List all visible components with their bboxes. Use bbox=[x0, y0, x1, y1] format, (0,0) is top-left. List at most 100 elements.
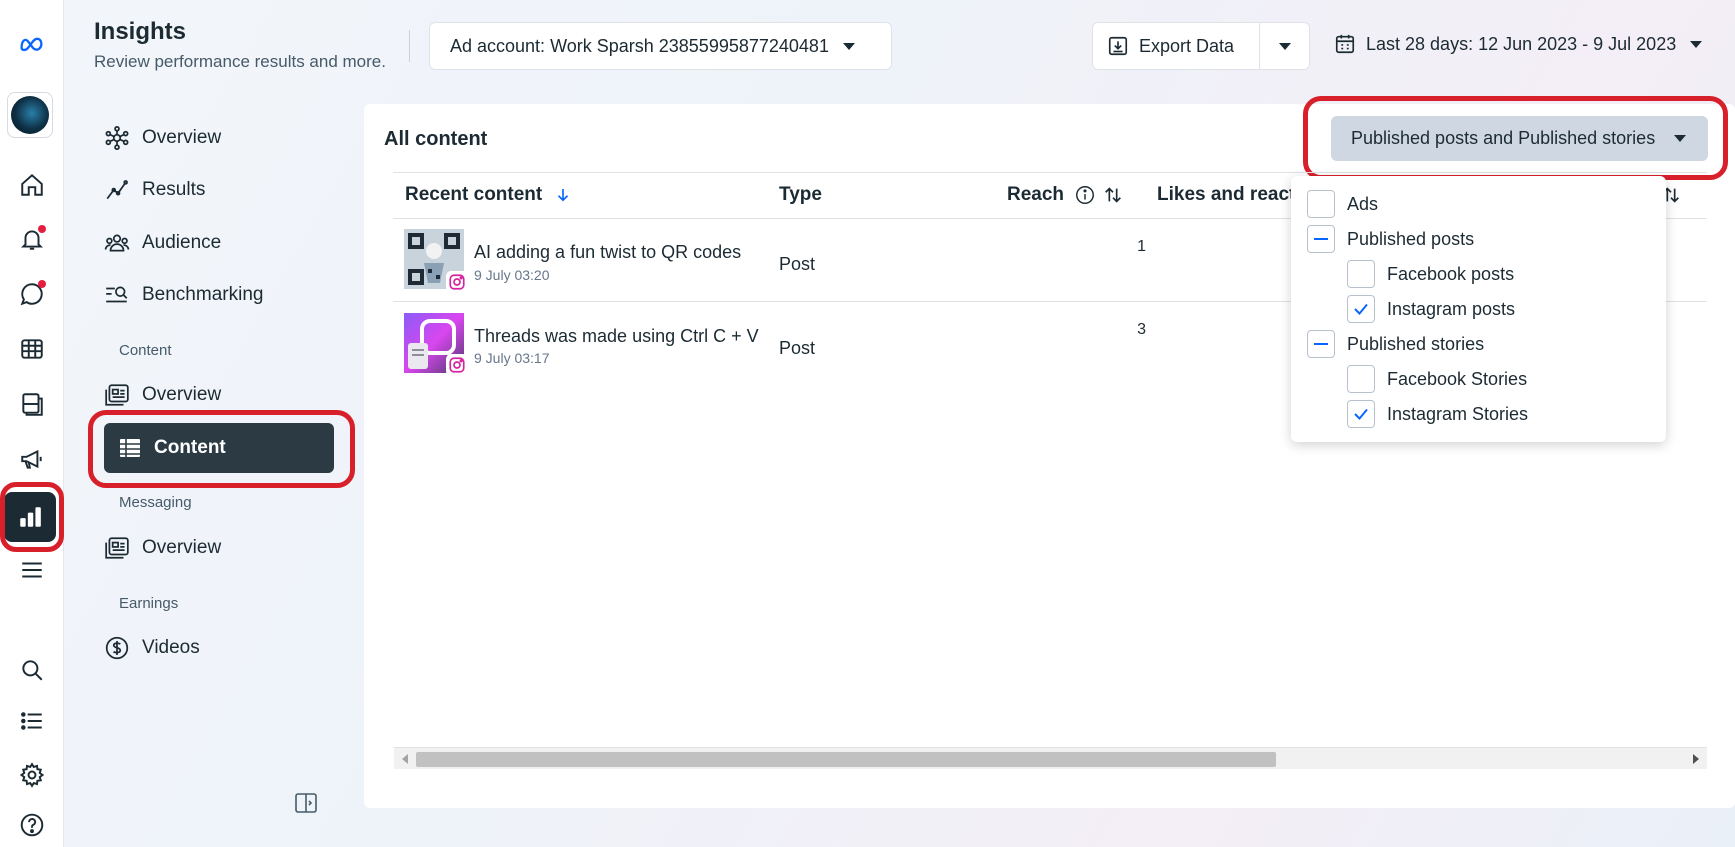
checkbox-indeterminate[interactable] bbox=[1307, 330, 1335, 358]
meta-logo-icon[interactable] bbox=[6, 20, 58, 68]
filter-option-facebook-posts[interactable]: Facebook posts bbox=[1347, 258, 1514, 290]
collapse-sidebar-icon[interactable] bbox=[294, 791, 318, 815]
nav-section-messaging: Messaging bbox=[119, 494, 192, 511]
nav-benchmarking[interactable]: Benchmarking bbox=[104, 273, 263, 317]
insights-bar-chart-icon[interactable] bbox=[4, 492, 56, 542]
messaging-overview-icon bbox=[105, 537, 129, 559]
filter-option-instagram-stories[interactable]: Instagram Stories bbox=[1347, 398, 1528, 430]
nav-overview[interactable]: Overview bbox=[104, 116, 221, 160]
filter-option-label: Facebook posts bbox=[1387, 263, 1515, 284]
post-type: Post bbox=[779, 338, 816, 358]
checkbox-checked[interactable] bbox=[1347, 400, 1375, 428]
nav-audience-label: Audience bbox=[142, 232, 222, 253]
grid-table-icon[interactable] bbox=[6, 325, 58, 373]
post-type: Post bbox=[779, 254, 816, 274]
chat-icon[interactable] bbox=[6, 270, 58, 318]
col-header-label: Recent content bbox=[405, 184, 543, 205]
export-data-label: Export Data bbox=[1139, 35, 1235, 56]
nav-benchmarking-label: Benchmarking bbox=[142, 284, 264, 305]
filter-option-label: Published posts bbox=[1347, 228, 1475, 249]
nav-messaging-overview[interactable]: Overview bbox=[104, 526, 221, 570]
col-header-label: Reach bbox=[1007, 184, 1065, 205]
bell-icon[interactable] bbox=[6, 215, 58, 263]
nav-section-earnings: Earnings bbox=[119, 595, 179, 612]
chevron-down-icon bbox=[1674, 135, 1686, 142]
people-icon bbox=[104, 234, 130, 252]
horizontal-scrollbar[interactable] bbox=[394, 747, 1707, 769]
post-date: 9 July 03:20 bbox=[474, 267, 550, 283]
filter-option-label: Ads bbox=[1347, 193, 1379, 214]
col-header-type[interactable]: Type bbox=[779, 184, 822, 206]
post-reach: 1 bbox=[1137, 238, 1146, 255]
ad-account-dropdown[interactable]: Ad account: Work Sparsh 2385599587724048… bbox=[429, 22, 892, 70]
export-options-chevron-icon[interactable] bbox=[1279, 43, 1291, 50]
filter-option-ads[interactable]: Ads bbox=[1307, 188, 1378, 220]
content-overview-icon bbox=[105, 384, 129, 406]
checkbox-indeterminate[interactable] bbox=[1307, 225, 1335, 253]
post-title[interactable]: Threads was made using Ctrl C + V bbox=[474, 326, 759, 347]
nav-results[interactable]: Results bbox=[104, 168, 205, 212]
checkbox-unchecked[interactable] bbox=[1347, 365, 1375, 393]
col-header-recent-content[interactable]: Recent content bbox=[405, 184, 572, 206]
nav-content-overview[interactable]: Overview bbox=[104, 373, 221, 417]
nav-videos[interactable]: Videos bbox=[104, 626, 200, 670]
gear-icon[interactable] bbox=[6, 751, 58, 799]
trend-line-icon bbox=[106, 180, 128, 200]
chevron-down-icon bbox=[1690, 40, 1703, 48]
post-title[interactable]: AI adding a fun twist to QR codes bbox=[474, 242, 741, 263]
filter-option-published-posts[interactable]: Published posts bbox=[1307, 223, 1474, 255]
content-filter-menu: Ads Published posts Facebook posts Insta… bbox=[1291, 176, 1666, 442]
checkbox-checked[interactable] bbox=[1347, 295, 1375, 323]
left-rail bbox=[0, 0, 64, 847]
split-divider bbox=[1259, 23, 1260, 69]
notification-dot bbox=[38, 225, 46, 233]
search-icon[interactable] bbox=[6, 646, 58, 694]
page-avatar[interactable] bbox=[7, 92, 53, 138]
export-data-button[interactable]: Export Data bbox=[1092, 22, 1310, 70]
col-header-reach[interactable]: Reach bbox=[1007, 184, 1124, 206]
info-icon[interactable] bbox=[1074, 184, 1096, 206]
nav-content[interactable]: Content bbox=[104, 423, 334, 473]
instagram-icon bbox=[446, 271, 468, 293]
benchmark-search-icon bbox=[106, 286, 128, 303]
checkbox-unchecked[interactable] bbox=[1347, 260, 1375, 288]
date-range-picker[interactable]: Last 28 days: 12 Jun 2023 - 9 Jul 2023 bbox=[1334, 33, 1703, 55]
checkbox-unchecked[interactable] bbox=[1307, 190, 1335, 218]
filter-option-label: Facebook Stories bbox=[1387, 368, 1528, 389]
help-icon[interactable] bbox=[6, 805, 58, 845]
download-icon bbox=[1108, 36, 1128, 56]
chevron-down-icon bbox=[842, 42, 855, 50]
check-icon bbox=[1354, 303, 1368, 315]
scroll-left-icon[interactable] bbox=[402, 754, 408, 764]
nav-audience[interactable]: Audience bbox=[104, 221, 221, 265]
date-range-label: Last 28 days: 12 Jun 2023 - 9 Jul 2023 bbox=[1366, 33, 1677, 54]
page-subtitle: Review performance results and more. bbox=[94, 52, 386, 71]
calendar-icon bbox=[1335, 34, 1355, 54]
sort-down-arrow-icon bbox=[558, 189, 569, 202]
list-icon[interactable] bbox=[6, 697, 58, 745]
filter-option-label: Published stories bbox=[1347, 333, 1485, 354]
content-filter-dropdown[interactable]: Published posts and Published stories bbox=[1331, 116, 1708, 161]
filter-option-instagram-posts[interactable]: Instagram posts bbox=[1347, 293, 1515, 325]
home-icon[interactable] bbox=[6, 161, 58, 209]
filter-option-label: Instagram Stories bbox=[1387, 403, 1529, 424]
scrollbar-thumb[interactable] bbox=[416, 752, 1276, 767]
menu-icon[interactable] bbox=[6, 546, 58, 594]
nav-results-label: Results bbox=[142, 179, 206, 200]
ad-account-label: Ad account: Work Sparsh 2385599587724048… bbox=[450, 35, 829, 56]
megaphone-icon[interactable] bbox=[6, 435, 58, 483]
page-title: Insights bbox=[94, 18, 187, 45]
scroll-right-icon[interactable] bbox=[1693, 754, 1699, 764]
dollar-circle-icon bbox=[105, 636, 129, 660]
table-header-divider bbox=[393, 172, 1707, 173]
post-reach: 3 bbox=[1137, 321, 1146, 338]
col-header-label: Likes and react bbox=[1157, 184, 1291, 205]
network-icon bbox=[105, 125, 129, 151]
filter-option-published-stories[interactable]: Published stories bbox=[1307, 328, 1484, 360]
pages-icon[interactable] bbox=[6, 380, 58, 428]
sort-arrows-icon[interactable] bbox=[1102, 184, 1124, 206]
col-header-likes[interactable]: Likes and react bbox=[1157, 184, 1291, 206]
col-header-label: Type bbox=[779, 184, 822, 205]
filter-option-facebook-stories[interactable]: Facebook Stories bbox=[1347, 363, 1527, 395]
nav-videos-label: Videos bbox=[142, 637, 200, 658]
